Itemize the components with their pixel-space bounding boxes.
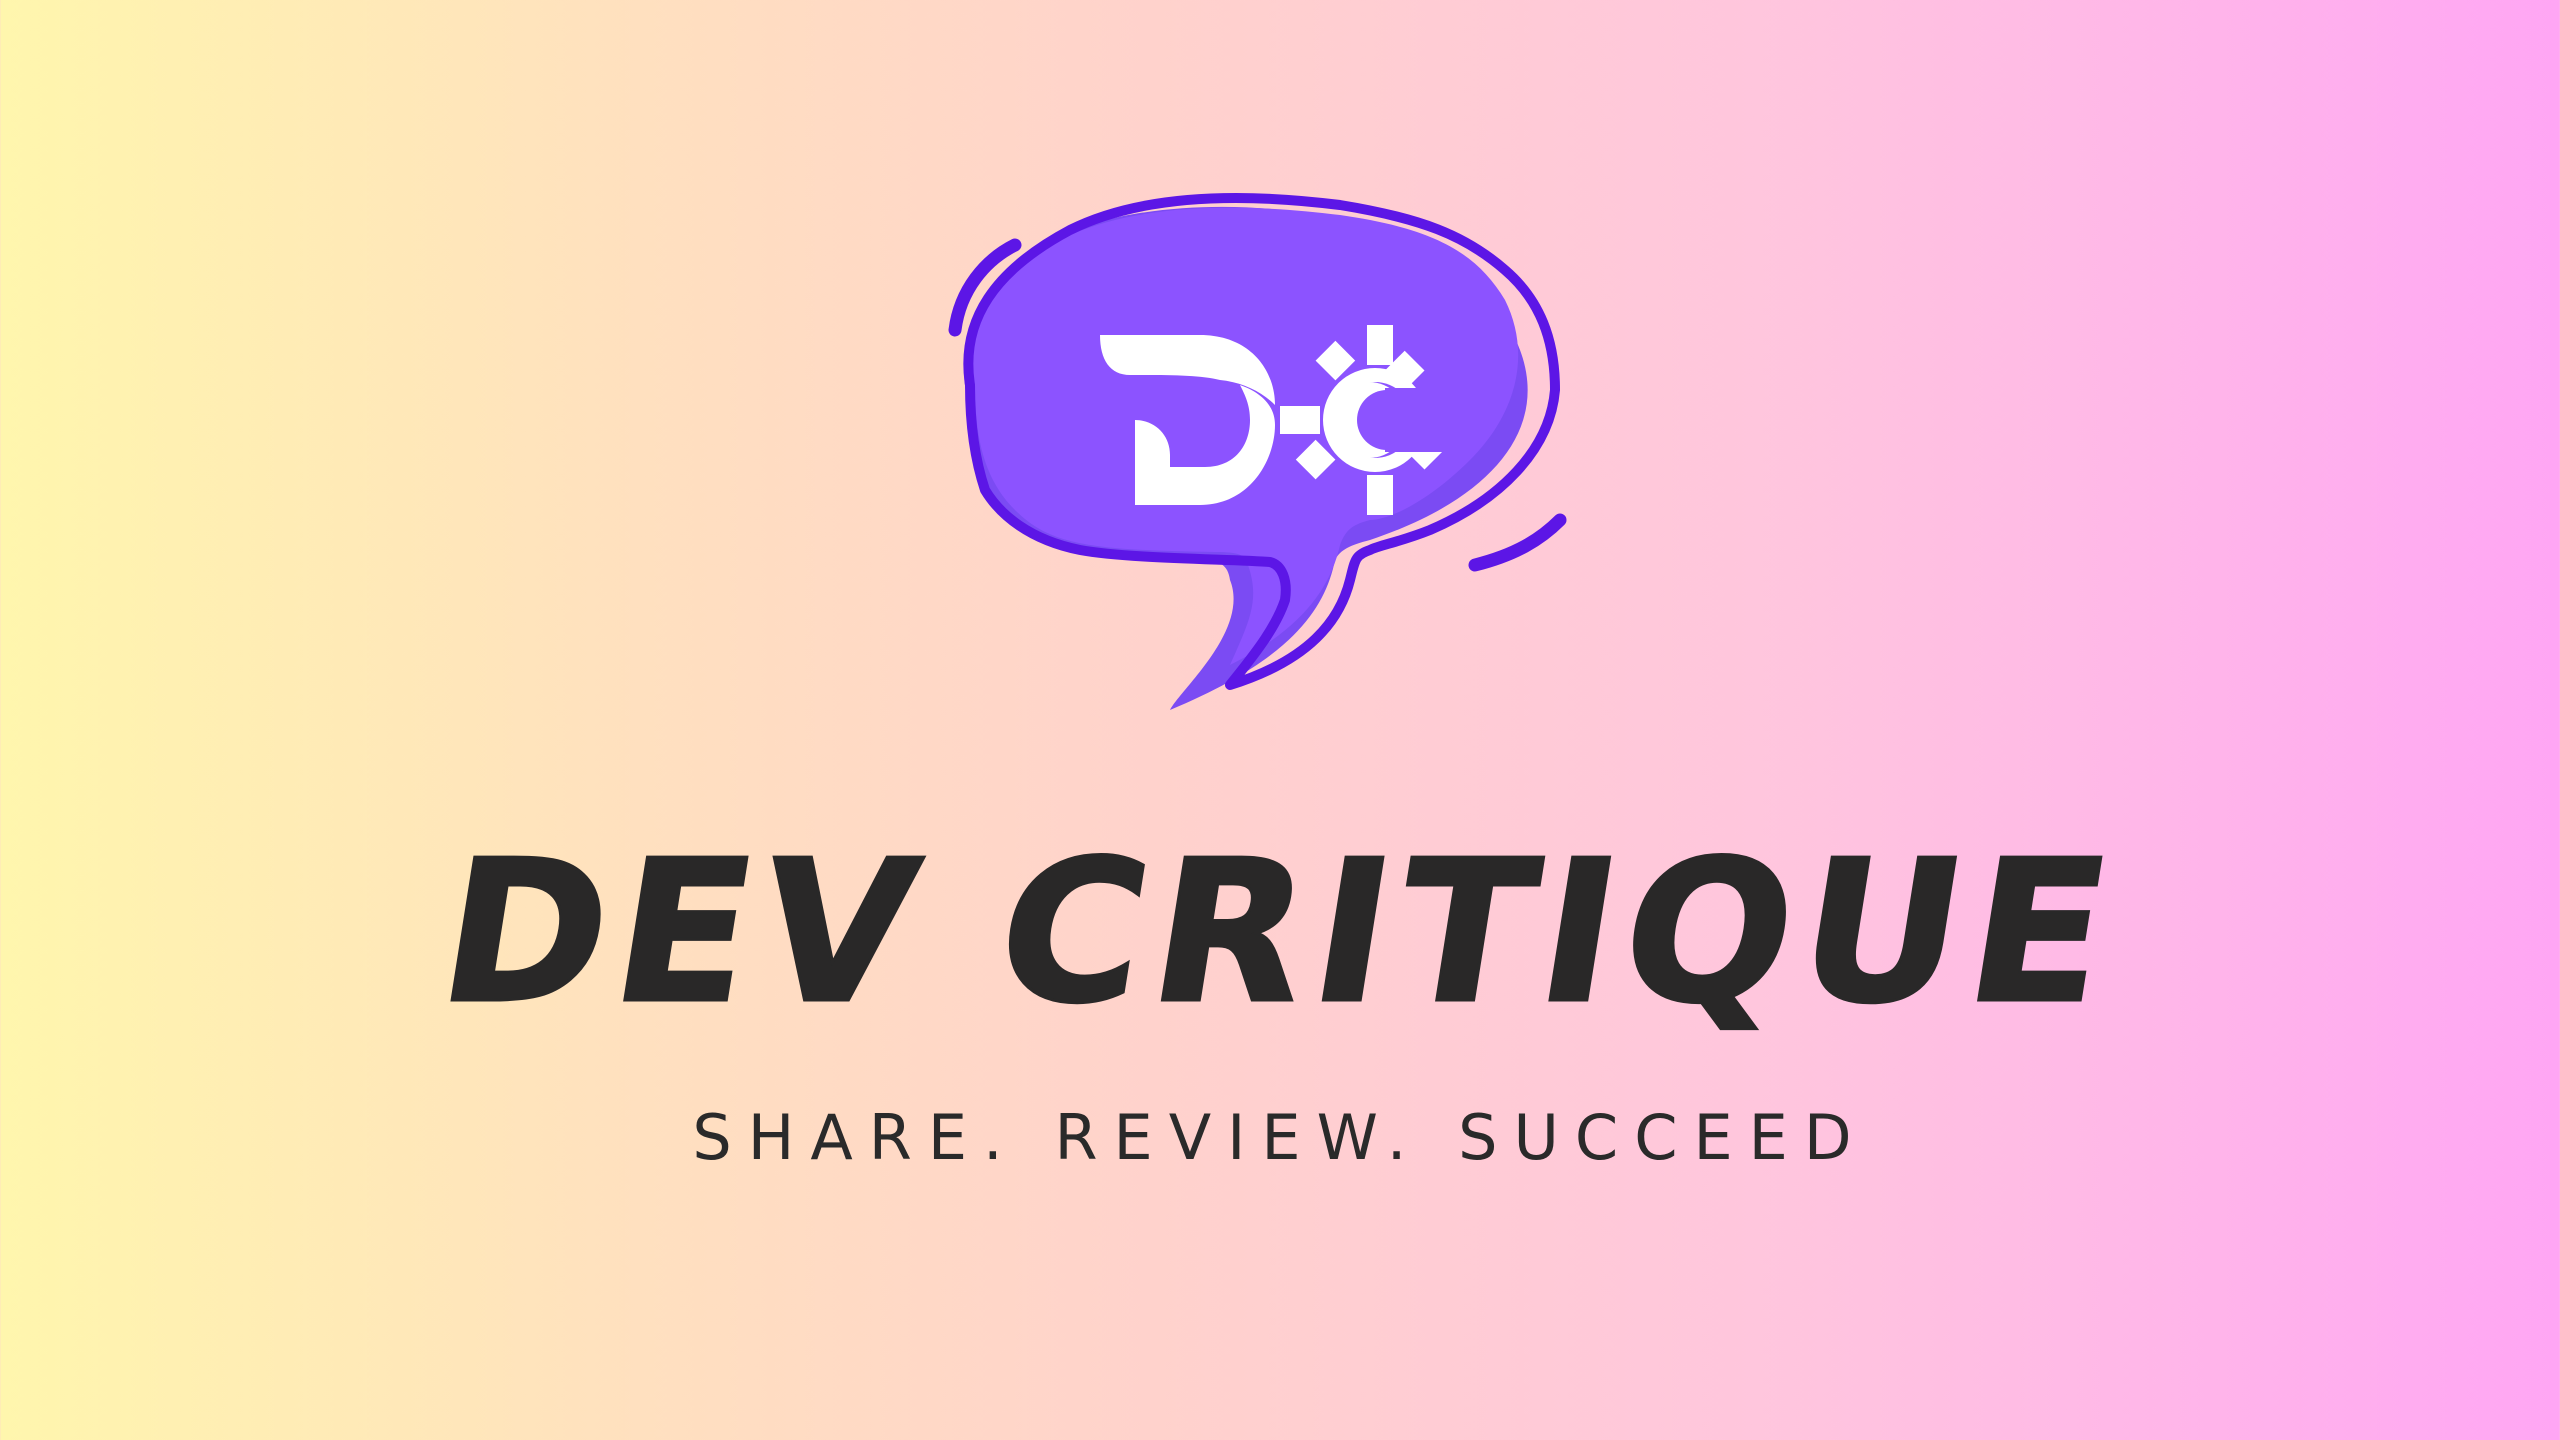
brand-title: DEV CRITIQUE [425, 818, 2135, 1049]
accent-stroke-right [1468, 513, 1567, 572]
speech-bubble-logo-icon [948, 192, 1567, 710]
tagline: SHARE. REVIEW. SUCCEED [692, 1101, 1868, 1174]
banner: DEV CRITIQUE SHARE. REVIEW. SUCCEED [0, 0, 2560, 1440]
